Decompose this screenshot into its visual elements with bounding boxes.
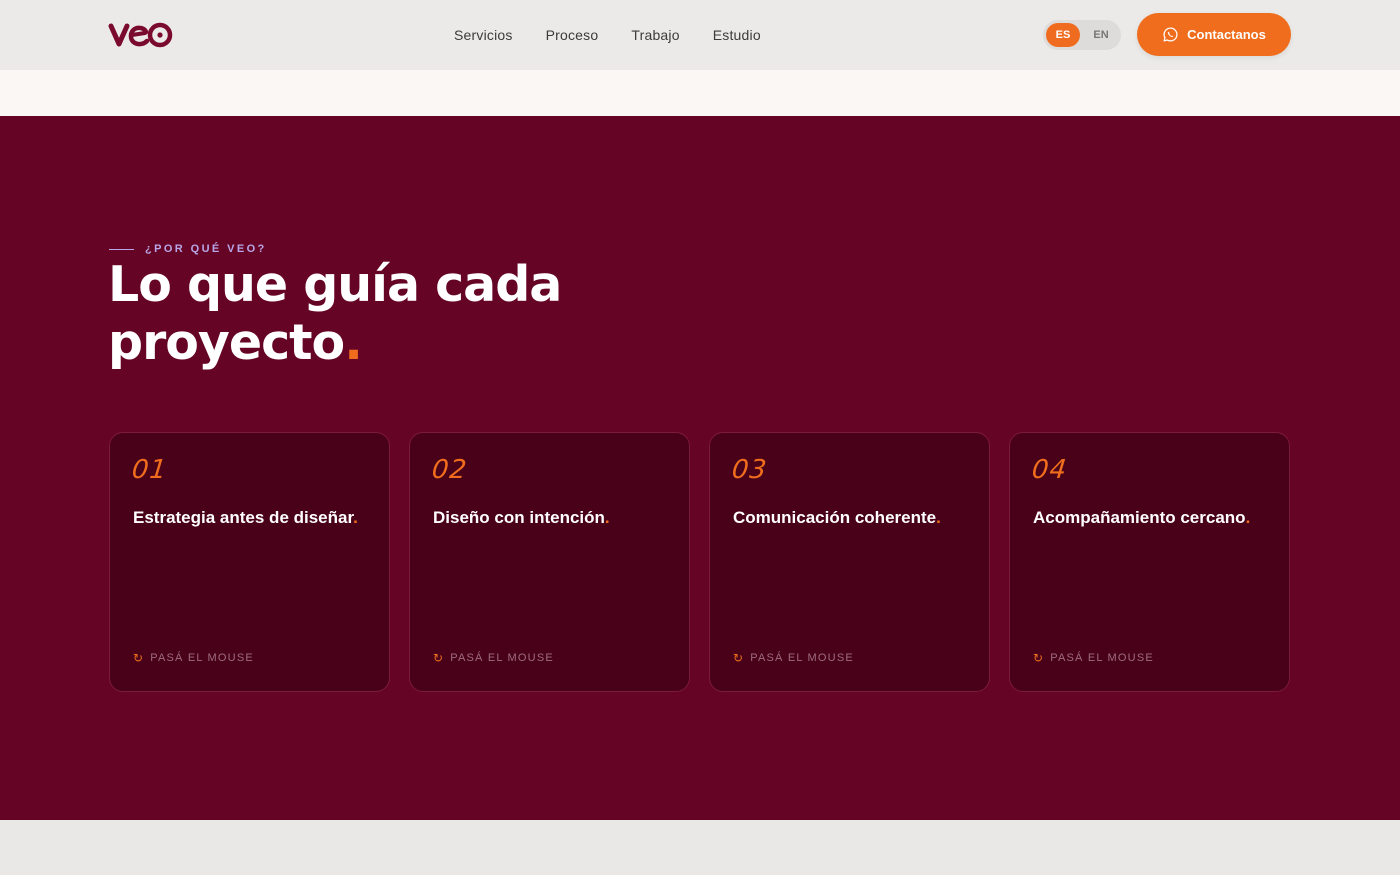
rotate-icon: ↻ [733,651,745,665]
principle-card-4[interactable]: 04 Acompañamiento cercano. ↻ PASÁ EL MOU… [1009,432,1290,692]
card-number: 03 [730,455,769,485]
rotate-icon: ↻ [133,651,145,665]
veo-logo[interactable] [108,17,176,51]
nav-trabajo[interactable]: Trabajo [631,27,679,43]
title-accent-dot: . [344,314,363,371]
card-title: Diseño con intención. [433,508,610,527]
lang-en-button[interactable]: EN [1084,23,1118,47]
card-number: 04 [1030,455,1069,485]
card-hover-hint: ↻ PASÁ EL MOUSE [433,651,554,665]
card-number: 01 [130,455,169,485]
section-title-line2: proyecto [108,314,345,371]
why-veo-section: ¿POR QUÉ VEO? Lo que guía cada proyecto.… [0,116,1400,820]
rotate-icon: ↻ [1033,651,1045,665]
section-title-line1: Lo que guía cada [108,256,562,313]
card-hover-hint: ↻ PASÁ EL MOUSE [733,651,854,665]
lang-es-button[interactable]: ES [1046,23,1080,47]
card-hover-hint: ↻ PASÁ EL MOUSE [133,651,254,665]
principle-card-3[interactable]: 03 Comunicación coherente. ↻ PASÁ EL MOU… [709,432,990,692]
card-title: Estrategia antes de diseñar. [133,508,358,527]
card-title: Acompañamiento cercano. [1033,508,1251,527]
contact-button[interactable]: Contactanos [1137,13,1291,56]
site-header: Servicios Proceso Trabajo Estudio ES EN … [0,0,1400,70]
language-toggle: ES EN [1043,20,1121,50]
header-spacer-strip [0,70,1400,116]
section-title: Lo que guía cada proyecto. [108,256,668,372]
contact-button-label: Contactanos [1187,27,1266,42]
eyebrow-text: ¿POR QUÉ VEO? [145,243,267,255]
principle-card-2[interactable]: 02 Diseño con intención. ↻ PASÁ EL MOUSE [409,432,690,692]
principle-card-1[interactable]: 01 Estrategia antes de diseñar. ↻ PASÁ E… [109,432,390,692]
card-hover-hint: ↻ PASÁ EL MOUSE [1033,651,1154,665]
whatsapp-icon [1163,27,1178,42]
eyebrow-line [109,248,134,250]
nav-proceso[interactable]: Proceso [546,27,599,43]
card-title: Comunicación coherente. [733,508,941,527]
nav-servicios[interactable]: Servicios [454,27,513,43]
rotate-icon: ↻ [433,651,445,665]
main-nav: Servicios Proceso Trabajo Estudio [440,0,761,70]
card-number: 02 [430,455,469,485]
nav-estudio[interactable]: Estudio [713,27,761,43]
section-eyebrow: ¿POR QUÉ VEO? [109,243,267,255]
